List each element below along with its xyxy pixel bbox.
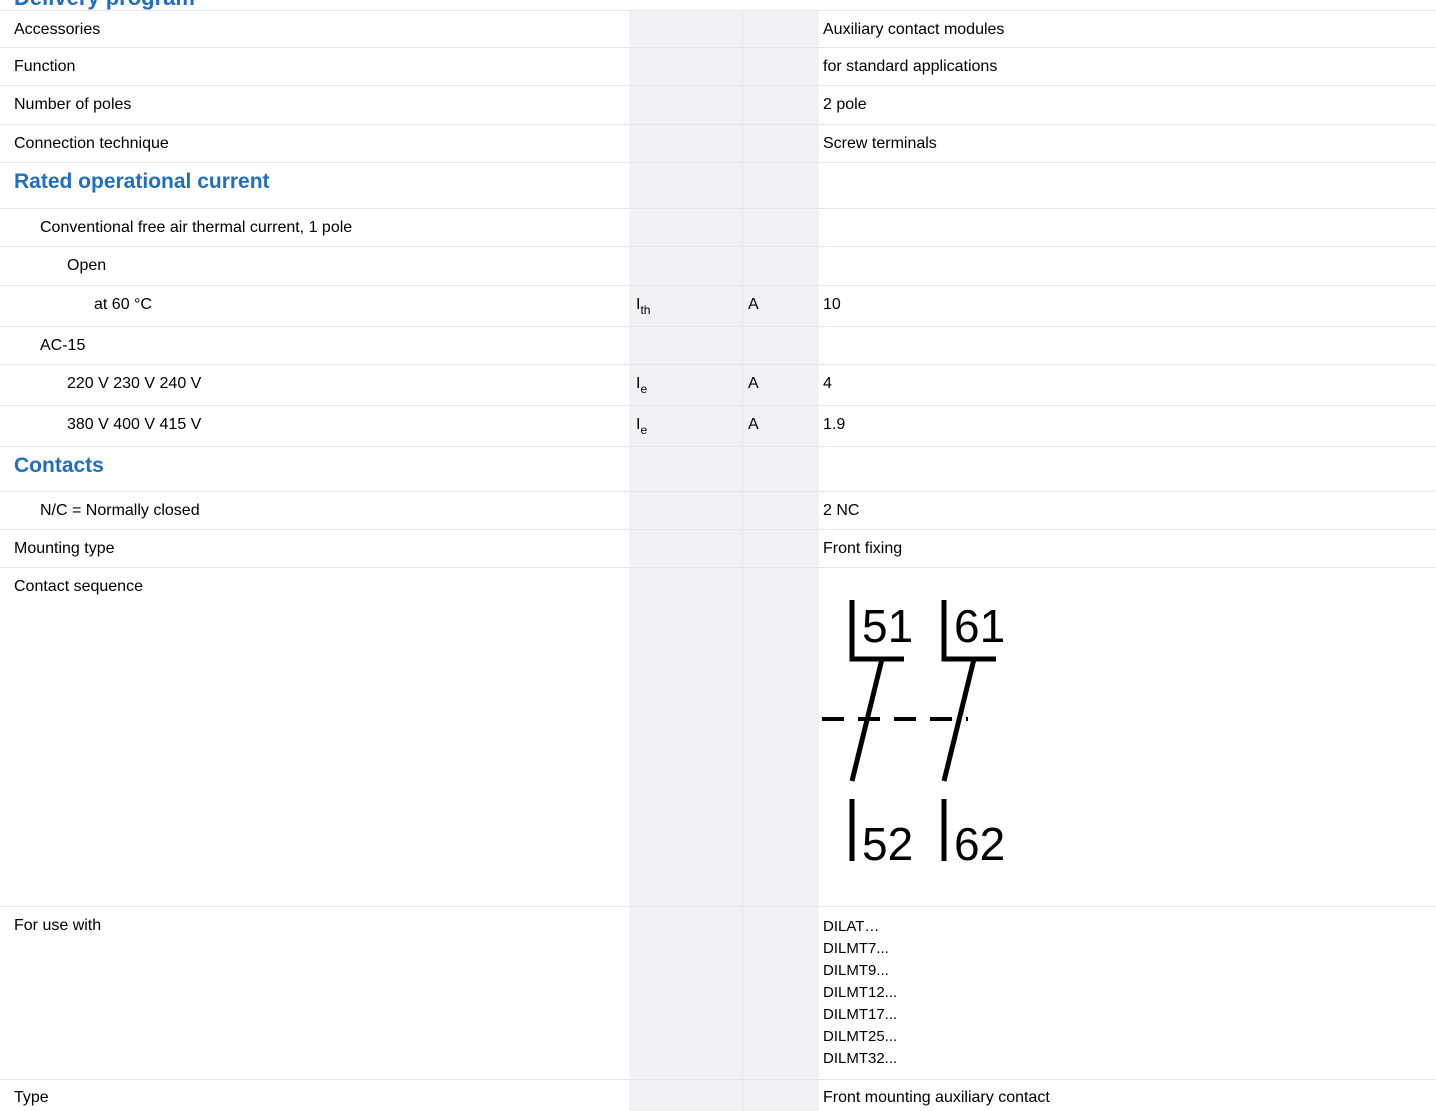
list-item: DILMT25... [823, 1028, 898, 1045]
row-contact-sequence: Contact sequence 51 61 52 62 [0, 568, 1436, 907]
row-connection-technique: Connection technique Screw terminals [0, 125, 1436, 163]
row-label: Type [14, 1089, 49, 1106]
row-value: 4 [823, 375, 832, 392]
terminal-label-62: 62 [954, 818, 1005, 870]
row-value: Front fixing [823, 540, 903, 557]
row-ac15: AC-15 [0, 327, 1436, 365]
list-item: DILAT… [823, 918, 880, 935]
row-mounting-type: Mounting type Front fixing [0, 530, 1436, 568]
row-symbol: Ie [636, 416, 648, 437]
row-open: Open [0, 247, 1436, 286]
row-label: Contact sequence [14, 578, 143, 595]
section-title: Contacts [14, 454, 104, 477]
row-220v: 220 V 230 V 240 V Ie A 4 [0, 365, 1436, 406]
row-function: Function for standard applications [0, 48, 1436, 86]
row-label: AC-15 [40, 337, 86, 354]
terminal-label-52: 52 [862, 818, 913, 870]
row-symbol: Ith [636, 296, 651, 317]
row-normally-closed: N/C = Normally closed 2 NC [0, 492, 1436, 530]
row-value: Auxiliary contact modules [823, 21, 1005, 38]
row-label: Mounting type [14, 540, 115, 557]
row-value: Screw terminals [823, 135, 937, 152]
row-value: 2 pole [823, 96, 867, 113]
terminal-label-61: 61 [954, 600, 1005, 652]
row-label: 220 V 230 V 240 V [67, 375, 202, 392]
list-item: DILMT12... [823, 984, 898, 1001]
row-label: Accessories [14, 21, 101, 38]
datasheet-page: Delivery program Accessories Auxiliary c… [0, 0, 1436, 1111]
list-item: DILMT9... [823, 962, 889, 979]
row-value: for standard applications [823, 58, 998, 75]
row-thermal-current: Conventional free air thermal current, 1… [0, 209, 1436, 247]
page-heading: Delivery program [14, 0, 195, 10]
section-contacts: Contacts [0, 447, 1436, 492]
row-unit: A [748, 296, 759, 313]
row-value: Front mounting auxiliary contact [823, 1089, 1050, 1106]
row-for-use-with: For use with DILAT… DILMT7... DILMT9... … [0, 907, 1436, 1080]
list-item: DILMT17... [823, 1006, 898, 1023]
row-label: Number of poles [14, 96, 132, 113]
row-value: 10 [823, 296, 841, 313]
row-380v: 380 V 400 V 415 V Ie A 1.9 [0, 406, 1436, 447]
row-at-60c: at 60 °C Ith A 10 [0, 286, 1436, 327]
contact-sequence-diagram: 51 61 52 62 [822, 600, 1005, 870]
section-rated-operational-current: Rated operational current [0, 163, 1436, 209]
row-symbol: Ie [636, 375, 648, 396]
row-label: Conventional free air thermal current, 1… [40, 219, 353, 236]
row-accessories: Accessories Auxiliary contact modules [0, 11, 1436, 48]
section-title: Rated operational current [14, 170, 270, 193]
row-label: 380 V 400 V 415 V [67, 416, 202, 433]
row-label: at 60 °C [94, 296, 152, 313]
row-label: Function [14, 58, 76, 75]
row-unit: A [748, 375, 759, 392]
row-label: N/C = Normally closed [40, 502, 200, 519]
list-item: DILMT32... [823, 1050, 898, 1067]
row-value: 1.9 [823, 416, 846, 433]
terminal-label-51: 51 [862, 600, 913, 652]
compatible-devices-list: DILAT… DILMT7... DILMT9... DILMT12... DI… [823, 916, 897, 1070]
list-item: DILMT7... [823, 940, 889, 957]
row-type: Type Front mounting auxiliary contact [0, 1080, 1436, 1111]
row-number-of-poles: Number of poles 2 pole [0, 86, 1436, 125]
row-label: For use with [14, 917, 102, 934]
row-label: Connection technique [14, 135, 169, 152]
row-unit: A [748, 416, 759, 433]
row-label: Open [67, 257, 107, 274]
row-value: 2 NC [823, 502, 860, 519]
